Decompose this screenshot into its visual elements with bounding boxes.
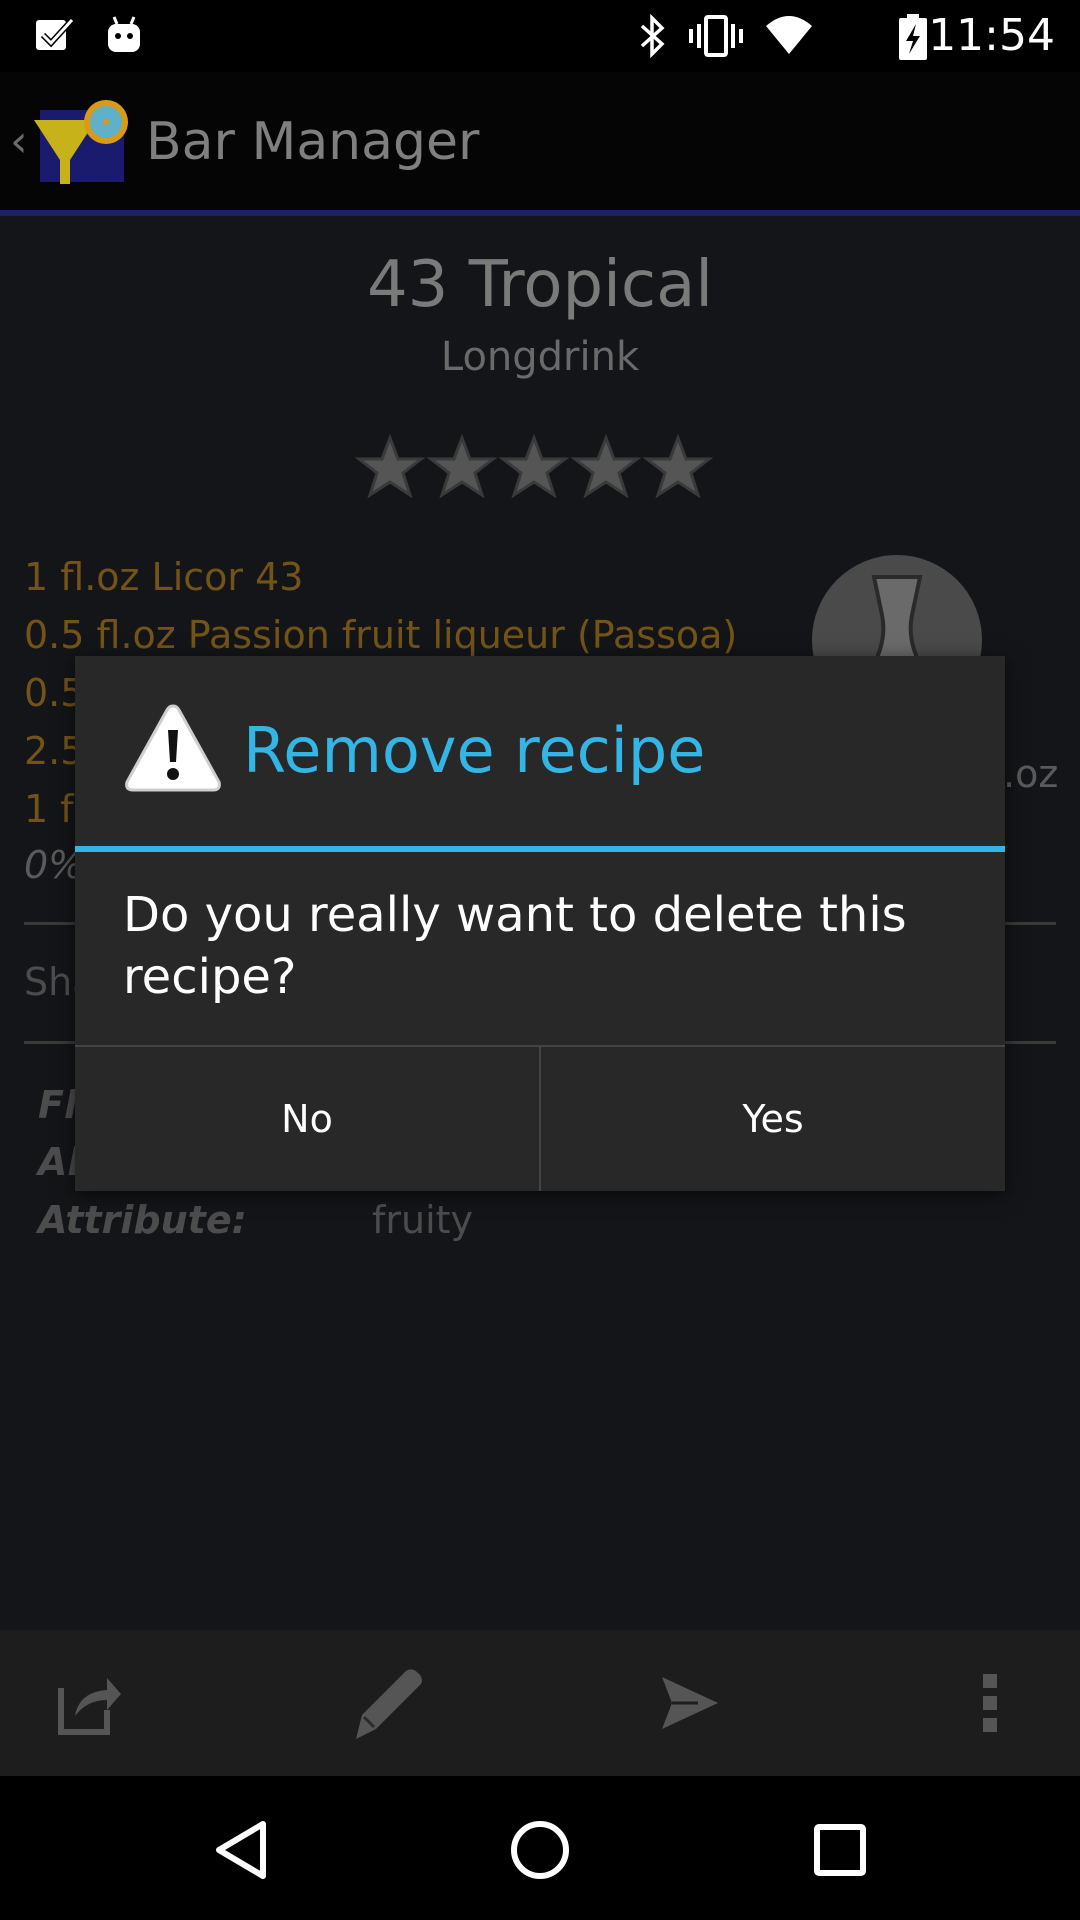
action-bar-title: Bar Manager (146, 112, 480, 172)
warning-icon (123, 702, 223, 798)
recipe-category: Longdrink (440, 334, 640, 380)
recipe-title: 43 Tropical (366, 248, 714, 322)
wifi-icon (764, 14, 814, 62)
property-label: Fl (38, 1083, 77, 1127)
status-time: 11:54 (928, 10, 1055, 61)
rating-star (642, 433, 714, 499)
share-icon[interactable] (50, 1660, 130, 1746)
rating-star (354, 433, 426, 499)
send-icon[interactable] (650, 1660, 730, 1746)
ingredient-amount-fragment: .oz (1003, 752, 1059, 796)
remove-recipe-dialog: Remove recipe Do you really want to dele… (75, 656, 1005, 1191)
home-icon[interactable] (495, 1810, 585, 1890)
checkbox-notification-icon (34, 14, 76, 60)
action-bar-divider (0, 210, 1080, 216)
android-notification-icon (104, 14, 144, 60)
back-icon[interactable] (196, 1810, 286, 1890)
app-logo-icon[interactable] (32, 98, 132, 198)
overflow-menu-icon[interactable] (950, 1660, 1030, 1746)
dialog-message: Do you really want to delete this recipe… (123, 887, 907, 1005)
ingredient-item: 1 fl.oz Licor 43 (24, 555, 304, 599)
up-navigation-icon[interactable]: ‹ (10, 116, 28, 167)
no-button[interactable]: No (75, 1047, 539, 1191)
property-label: Attribute: (38, 1198, 247, 1242)
rating-star (426, 433, 498, 499)
bottom-action-bar (0, 1630, 1080, 1776)
rating-star (570, 433, 642, 499)
property-value: fruity (372, 1198, 474, 1242)
dialog-title-divider (75, 846, 1005, 852)
yes-button[interactable]: Yes (541, 1047, 1005, 1191)
battery-charging-icon (898, 14, 928, 64)
vibrate-icon (688, 14, 744, 62)
status-bar: 11:54 (0, 0, 1080, 72)
edit-pencil-icon[interactable] (348, 1660, 428, 1746)
rating-stars[interactable] (354, 432, 725, 506)
bluetooth-icon (636, 13, 670, 62)
dialog-title: Remove recipe (243, 714, 706, 787)
rating-star (498, 433, 570, 499)
recents-icon[interactable] (795, 1810, 885, 1890)
